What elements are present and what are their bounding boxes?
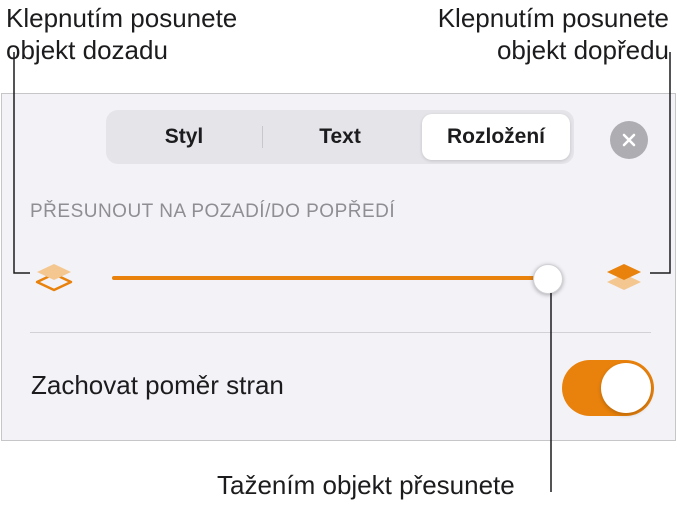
close-button[interactable] [610,121,648,159]
toggle-knob [601,363,651,413]
segment-divider [262,126,263,148]
callout-line-2: objekt dopředu [496,35,669,65]
aspect-ratio-toggle[interactable] [562,360,654,416]
callout-drag-slider: Tažením objekt přesunete [217,470,515,500]
tab-style[interactable]: Styl [110,114,258,160]
close-icon [622,133,636,147]
arrange-slider-track[interactable] [112,276,557,280]
callout-bring-forward: Klepnutím posunete objekt dopředu [438,2,669,66]
section-title-arrange: PŘESUNOUT NA POZADÍ/DO POPŘEDÍ [30,201,396,222]
row-divider [30,332,651,333]
segmented-control: Styl Text Rozložení [106,110,574,164]
callout-line-1: Klepnutím posunete [6,3,238,33]
callout-line-1: Klepnutím posunete [437,3,669,33]
callout-send-backward: Klepnutím posunete objekt dozadu [6,2,237,66]
callout-line-2: objekt dozadu [6,35,168,65]
layer-send-backward-icon[interactable] [30,258,78,298]
arrange-slider-thumb[interactable] [533,264,564,294]
tab-layout[interactable]: Rozložení [422,114,570,160]
arrange-slider-fill [112,276,549,280]
tab-text[interactable]: Text [266,114,414,160]
layer-bring-forward-icon[interactable] [600,258,648,298]
aspect-ratio-label: Zachovat poměr stran [31,370,284,400]
format-panel: Styl Text Rozložení PŘESUNOUT NA POZADÍ/… [1,93,676,441]
